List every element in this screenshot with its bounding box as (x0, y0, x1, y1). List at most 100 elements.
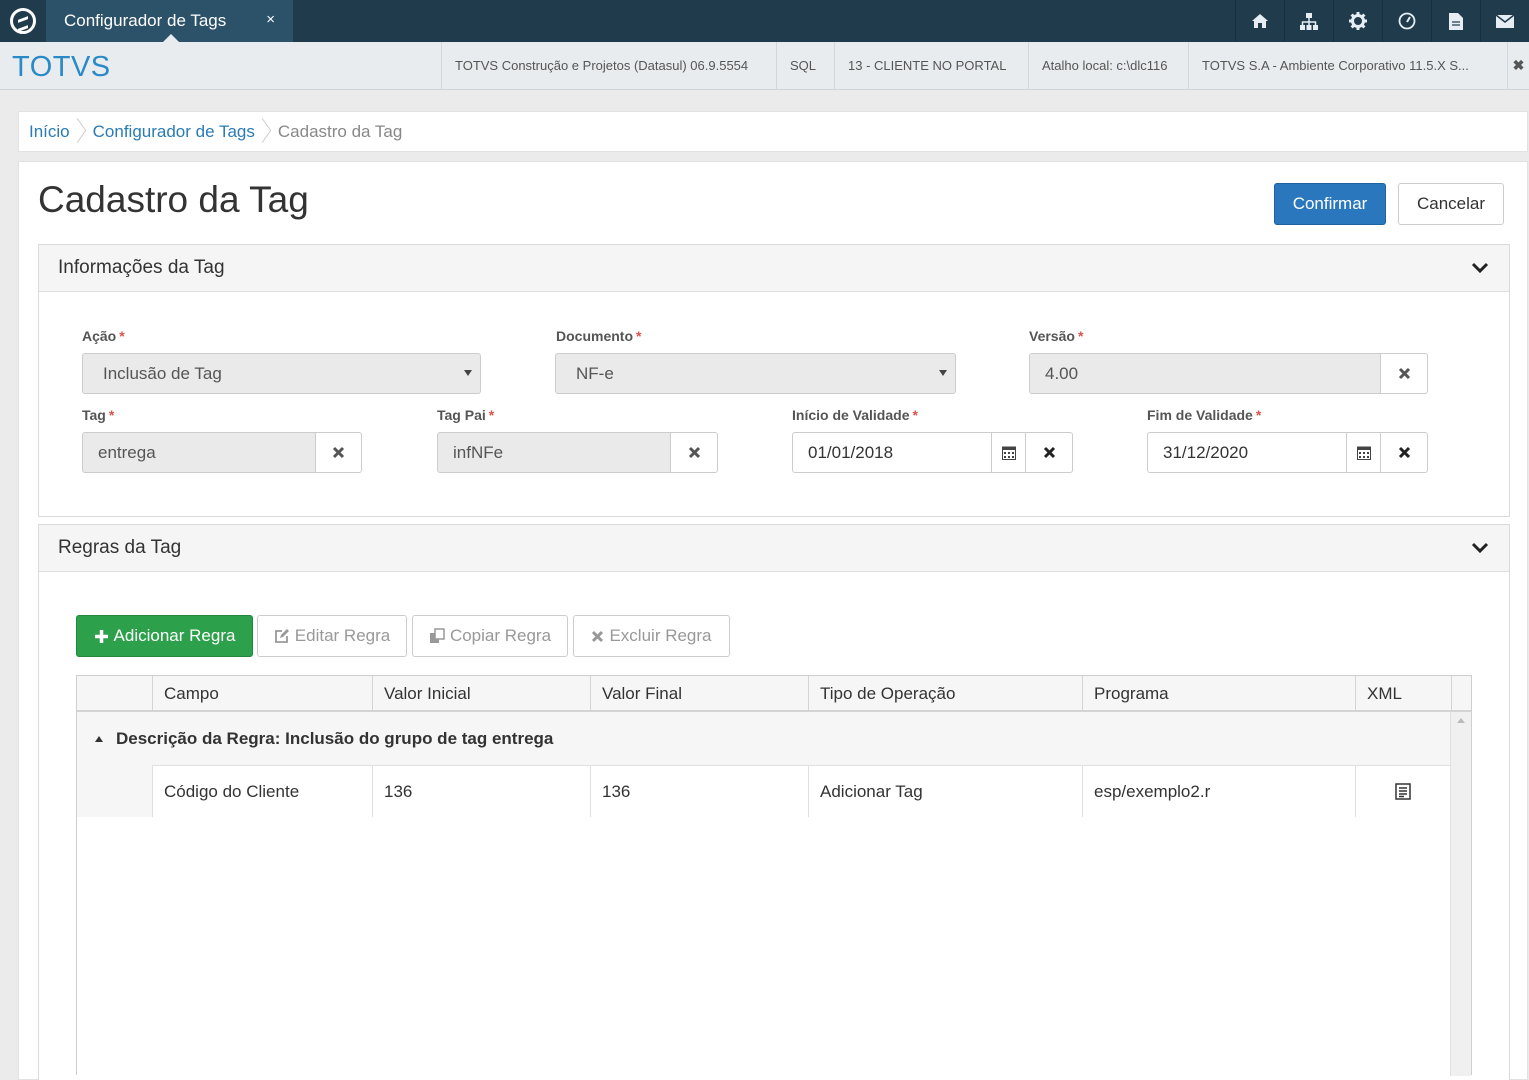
scroll-up-icon[interactable] (1457, 718, 1465, 723)
breadcrumb-parent[interactable]: Configurador de Tags (93, 122, 255, 142)
calendar-icon (1356, 446, 1371, 460)
documento-label: Documento * (556, 328, 642, 344)
fim-clear-button[interactable] (1380, 432, 1428, 473)
cell-valor-final: 136 (590, 765, 808, 817)
cell-xml (1355, 765, 1450, 817)
edit-rule-button[interactable]: Editar Regra (257, 615, 407, 657)
fim-validade-field[interactable]: 31/12/2020 (1147, 432, 1347, 473)
cell-tipo-operacao: Adicionar Tag (808, 765, 1082, 817)
sitemap-icon[interactable] (1284, 0, 1333, 42)
delete-rule-button[interactable]: Excluir Regra (573, 615, 730, 657)
close-icon (592, 630, 604, 642)
tag-value: entrega (98, 442, 156, 462)
chevron-down-icon[interactable] (1471, 539, 1489, 557)
inicio-calendar-button[interactable] (991, 432, 1026, 473)
inicio-validade-label: Início de Validade * (792, 407, 918, 423)
column-header-valor-final[interactable]: Valor Final (590, 676, 808, 711)
breadcrumb-home[interactable]: Início (29, 122, 70, 142)
breadcrumb: Início Configurador de Tags Cadastro da … (18, 111, 1528, 152)
cell-campo: Código do Cliente (152, 765, 372, 817)
select-caret-icon (464, 370, 472, 376)
company-info[interactable]: 13 - CLIENTE NO PORTAL (834, 42, 1028, 89)
environment-info: TOTVS S.A - Ambiente Corporativo 11.5.X … (1188, 42, 1506, 89)
plus-icon (94, 629, 108, 643)
copy-rule-label: Copiar Regra (449, 626, 552, 645)
database-info: SQL (776, 42, 834, 89)
tag-clear-button[interactable] (315, 432, 362, 473)
xml-document-icon[interactable] (1395, 783, 1411, 800)
documento-value: NF-e (576, 363, 614, 383)
group-label: Descrição da Regra: Inclusão do grupo de… (116, 728, 554, 748)
versao-clear-button[interactable] (1380, 353, 1428, 394)
top-bar: Configurador de Tags × (0, 0, 1529, 42)
breadcrumb-separator (259, 120, 268, 144)
close-icon (1398, 446, 1410, 459)
group-row[interactable]: Descrição da Regra: Inclusão do grupo de… (77, 712, 1450, 765)
home-icon[interactable] (1235, 0, 1284, 42)
cell-valor-inicial: 136 (372, 765, 590, 817)
inicio-validade-field[interactable]: 01/01/2018 (792, 432, 992, 473)
cancel-button[interactable]: Cancelar (1398, 183, 1504, 225)
calendar-icon (1001, 446, 1016, 460)
column-header-xml[interactable]: XML (1355, 676, 1451, 711)
add-rule-button[interactable]: Adicionar Regra (76, 615, 253, 657)
close-icon (1043, 446, 1055, 459)
acao-select[interactable]: Inclusão de Tag (82, 353, 481, 394)
info-panel-title: Informações da Tag (58, 257, 225, 278)
acao-value: Inclusão de Tag (103, 363, 222, 383)
tag-field[interactable]: entrega (82, 432, 316, 473)
fim-validade-label: Fim de Validade * (1147, 407, 1262, 423)
copy-icon (429, 628, 445, 643)
brand-logo: TOTVS (12, 51, 111, 83)
fim-validade-value: 31/12/2020 (1163, 442, 1249, 462)
info-panel-header[interactable]: Informações da Tag (39, 245, 1509, 292)
header-close-icon[interactable]: ✖ (1507, 42, 1529, 89)
versao-field[interactable]: 4.00 (1029, 353, 1381, 394)
edit-icon (274, 629, 289, 643)
rules-grid: Campo Valor Inicial Valor Final Tipo de … (76, 675, 1472, 1076)
product-info: TOTVS Construção e Projetos (Datasul) 06… (441, 42, 777, 89)
close-icon (332, 446, 345, 459)
fim-calendar-button[interactable] (1346, 432, 1381, 473)
close-icon (688, 446, 700, 459)
collapse-triangle-icon[interactable] (95, 735, 103, 742)
versao-label: Versão * (1029, 328, 1084, 344)
chevron-down-icon[interactable] (1471, 259, 1489, 277)
inicio-clear-button[interactable] (1025, 432, 1073, 473)
documento-select[interactable]: NF-e (555, 353, 956, 394)
delete-rule-label: Excluir Regra (609, 626, 712, 645)
column-header-valor-inicial[interactable]: Valor Inicial (372, 676, 590, 711)
column-header-tipo-operacao[interactable]: Tipo de Operação (808, 676, 1082, 711)
copy-rule-button[interactable]: Copiar Regra (412, 615, 568, 657)
mail-icon[interactable] (1480, 0, 1529, 42)
rules-panel-header[interactable]: Regras da Tag (39, 525, 1509, 572)
gear-icon[interactable] (1333, 0, 1382, 42)
breadcrumb-current: Cadastro da Tag (277, 121, 403, 141)
column-header-programa[interactable]: Programa (1082, 676, 1355, 711)
breadcrumb-separator (74, 120, 83, 144)
app-header: TOTVS TOTVS Construção e Projetos (Datas… (0, 42, 1529, 90)
inicio-validade-value: 01/01/2018 (808, 442, 894, 462)
rules-panel: Regras da Tag Adicionar Regra Editar Reg… (38, 524, 1510, 1080)
top-toolbar (1235, 0, 1529, 42)
tag-pai-field[interactable]: infNFe (437, 432, 671, 473)
info-panel: Informações da Tag Ação * Inclusão de Tag… (38, 244, 1510, 517)
grid-header: Campo Valor Inicial Valor Final Tipo de … (77, 676, 1471, 712)
column-header-campo[interactable]: Campo (152, 676, 372, 711)
app-logo-icon[interactable] (0, 0, 46, 42)
grid-scrollbar[interactable] (1450, 712, 1471, 1076)
select-caret-icon (939, 370, 947, 376)
tag-pai-label: Tag Pai * (437, 407, 495, 423)
shortcut-info: Atalho local: c:\dlc116 (1028, 42, 1188, 89)
dashboard-icon[interactable] (1382, 0, 1431, 42)
page-title: Cadastro da Tag (38, 179, 309, 220)
close-icon (1398, 367, 1410, 380)
document-icon[interactable] (1431, 0, 1480, 42)
confirm-button[interactable]: Confirmar (1274, 183, 1386, 225)
versao-value: 4.00 (1045, 363, 1079, 383)
tag-pai-clear-button[interactable] (670, 432, 718, 473)
rules-panel-title: Regras da Tag (58, 537, 182, 558)
tab-close-icon[interactable]: × (266, 11, 275, 28)
tag-pai-value: infNFe (453, 442, 504, 462)
table-row[interactable]: Código do Cliente 136 136 Adicionar Tag … (77, 765, 1450, 817)
